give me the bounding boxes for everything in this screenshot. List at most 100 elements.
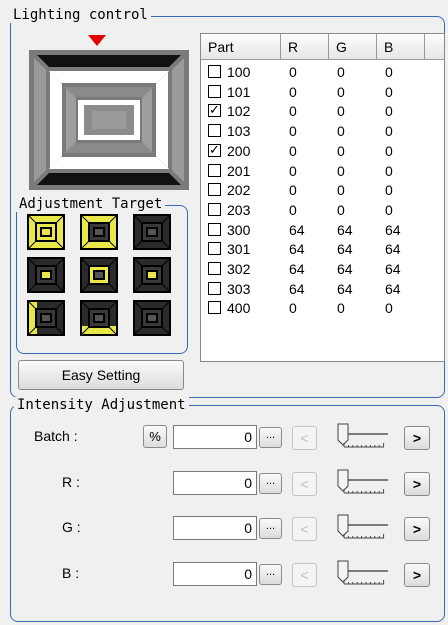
batch-decrease-button[interactable]: < — [292, 426, 317, 450]
target-left-button[interactable] — [27, 257, 65, 293]
g-slider[interactable] — [336, 513, 392, 543]
table-row[interactable]: 303 64 64 64 — [201, 280, 444, 299]
part-checkbox[interactable] — [208, 202, 221, 216]
column-header-r[interactable]: R — [281, 34, 329, 60]
cell-part: 302 — [227, 261, 251, 277]
table-row[interactable]: 302 64 64 64 — [201, 260, 444, 279]
target-right-button[interactable] — [133, 257, 171, 293]
cell-g: 64 — [337, 221, 353, 238]
target-bottom-right-button[interactable] — [133, 300, 171, 336]
cell-r: 0 — [289, 83, 297, 100]
cell-b: 64 — [385, 221, 401, 238]
r-decrease-button[interactable]: < — [292, 471, 317, 496]
part-table: Part R G B 100 0 0 0 101 0 0 0 ✓ 102 0 0 0 103 0 0 0 ✓ 200… — [200, 33, 445, 362]
batch-label: Batch : — [34, 428, 78, 444]
table-row[interactable]: 100 0 0 0 — [201, 63, 444, 82]
cell-r: 64 — [289, 261, 305, 277]
b-value-field[interactable]: 0 — [173, 561, 257, 586]
table-row[interactable]: 203 0 0 0 — [201, 201, 444, 220]
cell-g: 0 — [337, 64, 345, 80]
cell-part: 202 — [227, 182, 251, 199]
part-checkbox[interactable]: ✓ — [208, 143, 221, 157]
cell-r: 0 — [289, 64, 297, 80]
b-slider[interactable] — [336, 559, 392, 589]
column-header-part[interactable]: Part — [201, 34, 281, 60]
r-slider[interactable] — [336, 468, 392, 498]
r-increase-button[interactable]: > — [404, 471, 430, 496]
column-header-b[interactable]: B — [377, 34, 425, 60]
cell-g: 0 — [337, 83, 345, 100]
b-decrease-button[interactable]: < — [292, 562, 317, 587]
part-checkbox[interactable] — [208, 65, 221, 78]
table-row[interactable]: 201 0 0 0 — [201, 162, 444, 181]
cell-part: 102 — [227, 103, 251, 120]
g-ellipsis-button[interactable]: ... — [259, 518, 282, 539]
cell-part: 201 — [227, 162, 251, 179]
cell-part: 101 — [227, 83, 251, 100]
cell-r: 0 — [289, 300, 297, 317]
cell-part: 200 — [227, 142, 251, 159]
table-row[interactable]: 300 64 64 64 — [201, 221, 444, 240]
selected-direction-indicator-icon — [88, 35, 106, 46]
batch-slider[interactable] — [336, 422, 392, 452]
target-top-left-button[interactable] — [27, 214, 65, 250]
r-ellipsis-button[interactable]: ... — [259, 472, 282, 494]
cell-g: 0 — [337, 123, 345, 140]
cell-part: 300 — [227, 221, 251, 238]
r-label: R : — [62, 473, 80, 490]
target-center-button[interactable] — [80, 257, 118, 293]
cell-g: 0 — [337, 142, 345, 159]
g-increase-button[interactable]: > — [404, 517, 430, 541]
table-row[interactable]: 202 0 0 0 — [201, 181, 444, 200]
part-checkbox[interactable] — [208, 301, 221, 315]
part-checkbox[interactable] — [208, 262, 221, 275]
table-row[interactable]: ✓ 200 0 0 0 — [201, 142, 444, 161]
table-row[interactable]: 400 0 0 0 — [201, 299, 444, 318]
target-top-right-button[interactable] — [133, 214, 171, 250]
cell-g: 0 — [337, 201, 345, 218]
cell-b: 0 — [385, 123, 393, 140]
b-increase-button[interactable]: > — [404, 562, 430, 587]
r-value-field[interactable]: 0 — [173, 470, 257, 495]
cell-r: 64 — [289, 221, 305, 238]
batch-value-field[interactable]: 0 — [173, 425, 257, 449]
part-checkbox[interactable] — [208, 222, 221, 236]
cell-r: 0 — [289, 162, 297, 179]
cell-g: 64 — [337, 280, 353, 297]
part-checkbox[interactable] — [208, 242, 221, 256]
part-checkbox[interactable] — [208, 163, 221, 177]
table-row[interactable]: 103 0 0 0 — [201, 122, 444, 141]
batch-increase-button[interactable]: > — [404, 426, 430, 450]
cell-part: 301 — [227, 241, 251, 258]
cell-b: 0 — [385, 300, 393, 317]
cell-r: 0 — [289, 182, 297, 199]
table-row[interactable]: ✓ 102 0 0 0 — [201, 102, 444, 121]
target-top-button[interactable] — [80, 214, 118, 250]
g-value-field[interactable]: 0 — [173, 516, 257, 540]
cell-b: 64 — [385, 280, 401, 297]
part-checkbox[interactable] — [208, 124, 221, 138]
g-decrease-button[interactable]: < — [292, 517, 317, 541]
part-checkbox[interactable] — [208, 183, 221, 197]
cell-r: 0 — [289, 103, 297, 120]
cell-g: 0 — [337, 162, 345, 179]
part-checkbox[interactable]: ✓ — [208, 103, 221, 118]
cell-b: 0 — [385, 182, 393, 199]
slider-track-icon — [337, 560, 388, 584]
part-checkbox[interactable] — [208, 281, 221, 295]
column-header-filler — [425, 34, 444, 60]
slider-track-icon — [337, 469, 388, 493]
easy-setting-button[interactable]: Easy Setting — [18, 360, 184, 390]
cell-part: 103 — [227, 123, 251, 140]
target-bottom-button[interactable] — [80, 300, 118, 336]
b-ellipsis-button[interactable]: ... — [259, 563, 282, 585]
cell-b: 0 — [385, 162, 393, 179]
target-bottom-left-button[interactable] — [27, 300, 65, 336]
part-checkbox[interactable] — [208, 84, 221, 98]
column-header-g[interactable]: G — [329, 34, 377, 60]
batch-ellipsis-button[interactable]: ... — [259, 427, 282, 448]
table-row[interactable]: 301 64 64 64 — [201, 240, 444, 259]
table-row[interactable]: 101 0 0 0 — [201, 83, 444, 102]
percent-toggle-button[interactable]: % — [143, 425, 167, 448]
lighting-pattern-diagram[interactable] — [29, 50, 189, 190]
